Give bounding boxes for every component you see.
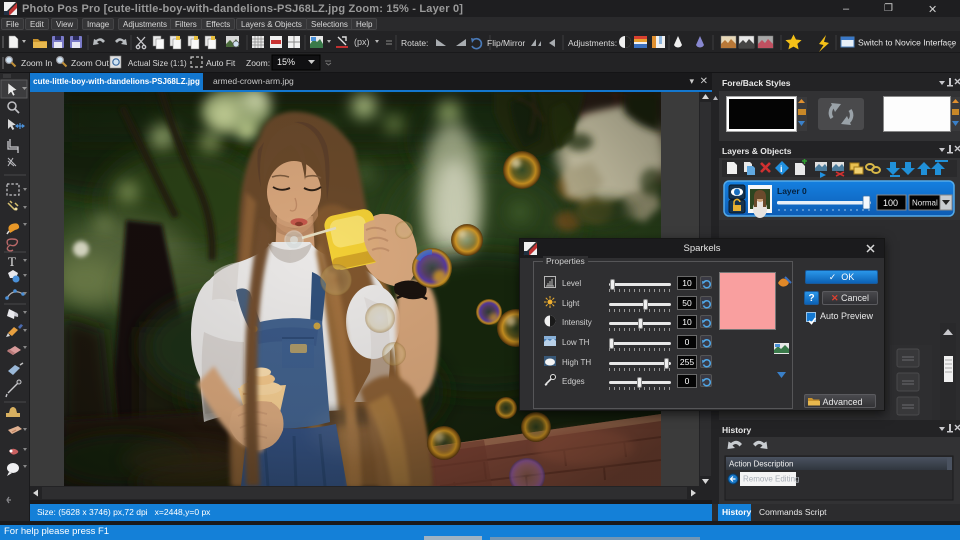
svg-text:Actual Size (1:1): Actual Size (1:1) <box>128 59 187 68</box>
svg-text:Switch to Novice Interface: Switch to Novice Interface <box>858 38 957 48</box>
svg-text:i: i <box>780 164 783 174</box>
svg-text:T: T <box>8 254 16 269</box>
svg-text:History: History <box>722 425 752 435</box>
svg-text:Adjustments:: Adjustments: <box>568 38 617 48</box>
svg-text:Remove Editing: Remove Editing <box>743 475 799 484</box>
svg-text:Rotate:: Rotate: <box>401 38 428 48</box>
svg-text:Layer 0: Layer 0 <box>777 186 807 196</box>
svg-text:Fore/Back Styles: Fore/Back Styles <box>722 78 791 88</box>
svg-text:Zoom In: Zoom In <box>21 58 52 68</box>
svg-text:Auto Fit: Auto Fit <box>206 58 236 68</box>
svg-text:Commands Script: Commands Script <box>759 507 827 517</box>
svg-text:Flip/Mirror: Flip/Mirror <box>487 38 525 48</box>
svg-text:Action Description: Action Description <box>729 460 793 469</box>
svg-text:Normal: Normal <box>912 199 938 208</box>
svg-text:Zoom Out: Zoom Out <box>71 58 109 68</box>
svg-text:Layers & Objects: Layers & Objects <box>722 146 792 156</box>
svg-text:15%: 15% <box>277 57 295 67</box>
svg-text:Zoom:: Zoom: <box>246 58 270 68</box>
svg-text:(px): (px) <box>354 37 370 47</box>
svg-text:100: 100 <box>883 198 898 208</box>
svg-text:History: History <box>722 507 752 517</box>
